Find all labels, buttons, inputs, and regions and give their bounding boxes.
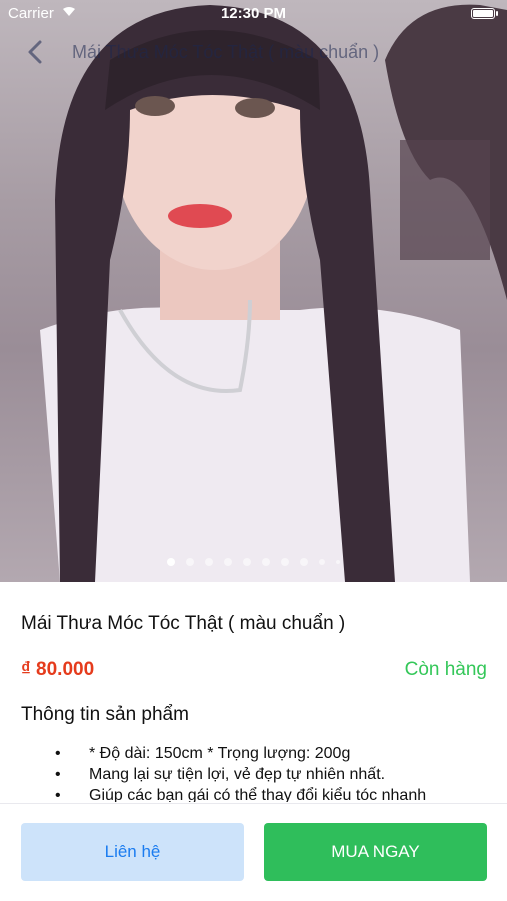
description-text: Giúp các bạn gái có thể thay đổi kiểu tó… <box>89 787 427 802</box>
description-text: * Độ dài: 150cm * Trọng lượng: 200g <box>89 745 351 762</box>
contact-button[interactable]: Liên hệ <box>21 823 244 881</box>
section-title: Thông tin sản phẩm <box>21 704 189 725</box>
product-description: • * Độ dài: 150cm * Trọng lượng: 200g • … <box>21 745 487 802</box>
battery-tip <box>496 11 498 16</box>
bottom-action-bar: Liên hệ MUA NGAY <box>0 803 507 901</box>
stock-status: Còn hàng <box>404 659 487 680</box>
description-item: • * Độ dài: 150cm * Trọng lượng: 200g <box>21 745 487 766</box>
bullet-mark: • <box>55 745 61 762</box>
description-item: • Mang lại sự tiện lợi, vẻ đẹp tự nhiên … <box>21 766 487 787</box>
page-dot[interactable] <box>243 558 251 566</box>
product-image-carousel[interactable]: Carrier 12:30 PM Mái Thưa Móc Tóc Thật (… <box>0 0 507 582</box>
description-text: Mang lại sự tiện lợi, vẻ đẹp tự nhiên nh… <box>89 766 386 783</box>
nav-title: Mái Thưa Móc Tóc Thật ( màu chuẩn ) <box>72 42 380 62</box>
page-dot[interactable] <box>336 560 340 564</box>
back-arrow-icon[interactable] <box>22 38 50 66</box>
product-price: ₫ 80.000 <box>21 659 95 680</box>
product-name: Mái Thưa Móc Tóc Thật ( màu chuẩn ) <box>21 613 346 634</box>
page-dot[interactable] <box>205 558 213 566</box>
page-dot[interactable] <box>281 558 289 566</box>
product-photo <box>40 4 507 582</box>
battery-icon <box>471 8 495 19</box>
bullet-mark: • <box>55 787 61 802</box>
page-dot[interactable] <box>186 558 194 566</box>
page-dot[interactable] <box>167 558 175 566</box>
page-dot[interactable] <box>319 559 325 565</box>
carousel-page-indicator[interactable] <box>0 558 507 570</box>
navigation-bar: Mái Thưa Móc Tóc Thật ( màu chuẩn ) <box>0 30 507 74</box>
buy-now-button[interactable]: MUA NGAY <box>264 823 487 881</box>
clock: 12:30 PM <box>220 5 287 22</box>
page-dot[interactable] <box>300 558 308 566</box>
status-bar: Carrier 12:30 PM <box>0 0 507 28</box>
bullet-mark: • <box>55 766 61 783</box>
description-item: • Giúp các bạn gái có thể thay đổi kiểu … <box>21 787 487 802</box>
page-dot[interactable] <box>224 558 232 566</box>
page-dot[interactable] <box>262 558 270 566</box>
